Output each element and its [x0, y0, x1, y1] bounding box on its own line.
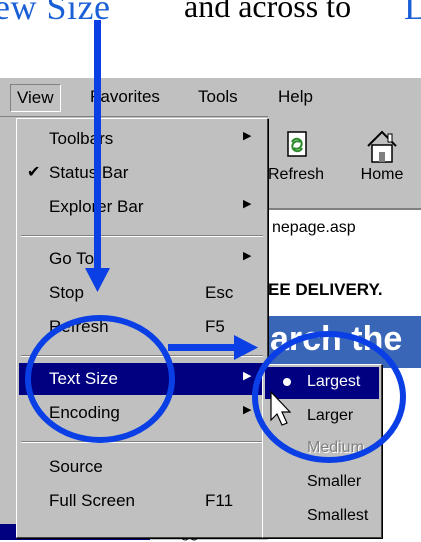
annotation-arrow-icon	[94, 20, 101, 270]
mouse-cursor-icon	[270, 390, 292, 426]
annotation-circle-icon	[25, 315, 175, 443]
annotation-arrow-icon	[85, 268, 110, 292]
annotation-layer	[25, 20, 406, 463]
annotation-circle-icon	[252, 331, 406, 463]
annotation-arrow-icon	[234, 335, 258, 360]
annotation-arrow-icon	[168, 344, 236, 351]
